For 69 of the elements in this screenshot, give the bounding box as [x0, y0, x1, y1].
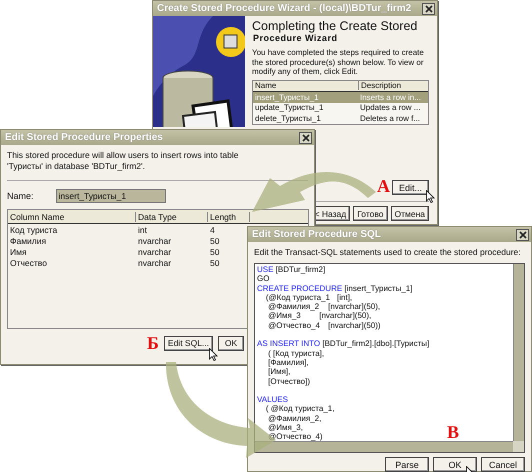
wizard-heading: Completing the Create Stored: [252, 19, 418, 33]
table-cell-text: 50: [209, 236, 220, 246]
code-line: ( [Код туриста],: [267, 348, 324, 358]
table-cell-text: 50: [209, 258, 220, 268]
finish-button[interactable]: Готово: [353, 206, 388, 221]
code-line: @Отчество_4 [nvarchar](50)): [267, 320, 381, 330]
cancel-button[interactable]: Cancel: [481, 457, 525, 472]
step-label: В: [446, 423, 459, 441]
code-line: CREATE PROCEDURE [insert_Туристы_1]: [257, 284, 412, 293]
code-line: @Отчество_4): [267, 432, 323, 441]
table-cell-text: 50: [209, 246, 220, 256]
window-title: Edit Stored Procedure SQL: [252, 229, 381, 240]
description-text: This stored procedure will allow users to insert rows into table 'Туристы' in database 'BDTur_firm2'.: [7, 150, 240, 173]
close-button[interactable]: [422, 2, 435, 14]
step-label: Б: [147, 334, 159, 352]
code-line: GO: [257, 274, 270, 284]
code-line: USE [BDTur_firm2]: [257, 265, 326, 274]
window-title: Edit Stored Procedure Properties: [5, 132, 163, 143]
wizard-subheading: Procedure Wizard: [253, 33, 338, 43]
table-cell-text: Отчество: [9, 258, 48, 268]
code-line: VALUES: [257, 395, 288, 404]
table-cell-text: Имя: [9, 246, 28, 256]
table-cell-text: nvarchar: [137, 236, 172, 246]
name-field[interactable]: insert_Туристы_1: [56, 189, 166, 203]
ok-button[interactable]: OK: [433, 457, 477, 472]
table-cell-text: Фамилия: [9, 236, 48, 246]
parse-button[interactable]: Parse: [385, 457, 429, 472]
code-line: [Имя],: [267, 367, 290, 377]
column-header: Data Type: [136, 212, 208, 222]
close-button[interactable]: [516, 228, 529, 240]
scrollbar-corner: [513, 441, 524, 452]
window-title: Create Stored Procedure Wizard - (local)\BDTur_firm2: [157, 3, 412, 14]
column-header: Column Name: [8, 212, 136, 222]
code-line: @Имя_3 [nvarchar](50),: [267, 311, 372, 321]
horizontal-scrollbar[interactable]: [255, 441, 513, 452]
column-header: Name: [253, 81, 359, 90]
table-cell-text: nvarchar: [137, 246, 172, 256]
ok-button[interactable]: OK: [218, 336, 244, 350]
code-line: @Имя_3,: [267, 423, 303, 432]
edit-sql-button[interactable]: Edit SQL...: [164, 336, 214, 350]
close-icon: [424, 4, 432, 12]
column-header: Description: [360, 81, 402, 90]
table-cell-text: nvarchar: [137, 258, 172, 268]
cancel-button[interactable]: Отмена: [390, 206, 429, 221]
close-button[interactable]: [299, 132, 312, 144]
wizard-description: You have completed the steps required to create the stored procedure(s) shown below. To view or modify any of them, click Edit.: [252, 48, 425, 76]
sql-editor[interactable]: [254, 263, 525, 453]
table-cell-text: 4: [209, 224, 216, 234]
code-line: AS INSERT INTO [BDTur_firm2].[dbo].[Туристы]: [257, 339, 430, 349]
code-line: ( @Код туриста_1,: [264, 404, 334, 414]
close-icon: [518, 230, 526, 238]
name-label: Name:: [7, 191, 34, 201]
code-line: [Отчество]): [267, 376, 310, 386]
code-line: [Фамилия],: [267, 358, 309, 368]
close-icon: [302, 134, 310, 142]
procedure-row[interactable]: update_Туристы_1 Updates a row ...: [253, 102, 428, 113]
step-label: А: [376, 177, 390, 195]
code-line: (@Код туриста_1 [int],: [264, 292, 352, 302]
cursor-icon: [426, 190, 435, 203]
code-line: @Фамилия_2 [nvarchar](50),: [267, 302, 380, 312]
code-line: @Фамилия_2,: [267, 414, 322, 424]
instruction-text: Edit the Transact-SQL statements used to create the stored procedure:: [254, 247, 522, 257]
column-header: Length: [208, 212, 250, 222]
table-cell-text: int: [137, 224, 148, 234]
vertical-scrollbar[interactable]: [513, 264, 524, 441]
procedure-row[interactable]: delete_Туристы_1 Deletes a row f...: [253, 113, 428, 124]
edit-button[interactable]: Edit...: [392, 180, 429, 195]
table-cell-text: Код туриста: [9, 224, 58, 234]
cursor-icon: [209, 348, 218, 361]
